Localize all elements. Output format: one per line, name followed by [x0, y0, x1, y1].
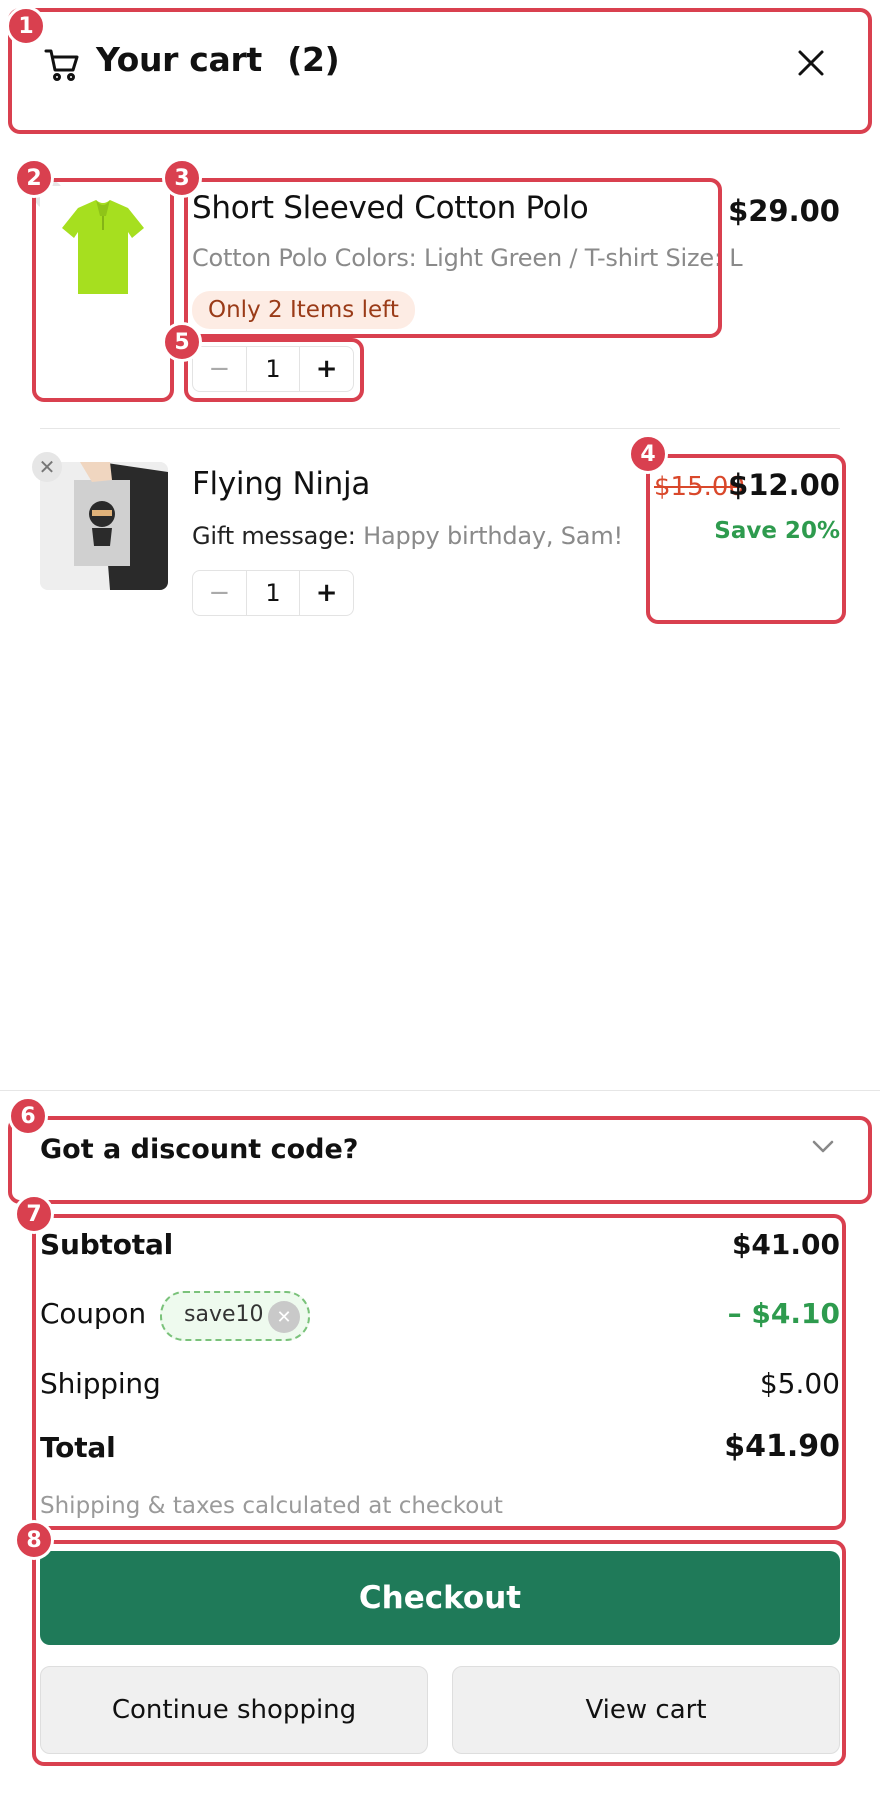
close-icon[interactable] — [796, 48, 826, 78]
coupon-label: Coupon — [40, 1297, 146, 1330]
decrease-quantity-button[interactable]: − — [193, 571, 247, 615]
annotation-badge: 2 — [14, 158, 54, 198]
annotation-badge: 3 — [162, 158, 202, 198]
shipping-label: Shipping — [40, 1367, 161, 1400]
checkout-note: Shipping & taxes calculated at checkout — [40, 1493, 503, 1519]
coupon-chip: save10 ✕ — [160, 1291, 310, 1341]
annotation-badge: 6 — [8, 1096, 48, 1136]
annotation-badge: 7 — [14, 1194, 54, 1234]
section-divider — [0, 1090, 880, 1091]
cart-count: (2) — [287, 40, 340, 79]
stock-notice-badge: Only 2 Items left — [192, 291, 415, 329]
increase-quantity-button[interactable]: + — [299, 571, 353, 615]
quantity-stepper: − 1 + — [192, 570, 354, 616]
quantity-value[interactable]: 1 — [247, 571, 300, 615]
annotation-badge: 8 — [14, 1520, 54, 1560]
cart-icon — [44, 48, 80, 82]
subtotal-label: Subtotal — [40, 1228, 174, 1261]
item-title[interactable]: Short Sleeved Cotton Polo — [192, 190, 589, 226]
item-options: Cotton Polo Colors: Light Green / T-shir… — [192, 244, 743, 272]
checkout-button[interactable]: Checkout — [40, 1551, 840, 1645]
product-image-polo[interactable] — [40, 186, 166, 312]
cart-title: Your cart (2) — [96, 40, 340, 79]
gift-message-text: Happy birthday, Sam! — [363, 522, 623, 550]
quantity-stepper: − 1 + — [192, 346, 354, 392]
cart-title-text: Your cart — [96, 40, 262, 79]
item-price: $29.00 — [728, 194, 840, 228]
total-value: $41.90 — [724, 1429, 840, 1464]
annotation-badge: 1 — [6, 6, 46, 46]
gift-message-label: Gift message: — [192, 522, 356, 550]
chevron-down-icon[interactable] — [812, 1140, 834, 1154]
discount-toggle[interactable]: Got a discount code? — [40, 1134, 358, 1165]
coupon-code: save10 — [184, 1302, 264, 1327]
item-divider — [40, 428, 840, 429]
remove-item-button[interactable]: ✕ — [32, 452, 62, 482]
subtotal-value: $41.00 — [731, 1228, 840, 1261]
savings-badge: Save 20% — [714, 518, 840, 544]
quantity-value[interactable]: 1 — [247, 347, 300, 391]
coupon-discount-value: – $4.10 — [727, 1297, 840, 1330]
gift-message: Gift message: Happy birthday, Sam! — [192, 522, 623, 550]
remove-coupon-button[interactable]: ✕ — [268, 1301, 300, 1333]
decrease-quantity-button[interactable]: − — [193, 347, 247, 391]
increase-quantity-button[interactable]: + — [299, 347, 353, 391]
item-price: $12.00 — [728, 468, 840, 502]
annotation-badge: 5 — [162, 322, 202, 362]
view-cart-button[interactable]: View cart — [452, 1666, 840, 1754]
item-title[interactable]: Flying Ninja — [192, 466, 370, 502]
shipping-value: $5.00 — [759, 1367, 840, 1400]
continue-shopping-button[interactable]: Continue shopping — [40, 1666, 428, 1754]
annotation-badge: 4 — [628, 434, 668, 474]
product-image-ninja[interactable] — [40, 462, 168, 590]
total-label: Total — [40, 1431, 116, 1464]
